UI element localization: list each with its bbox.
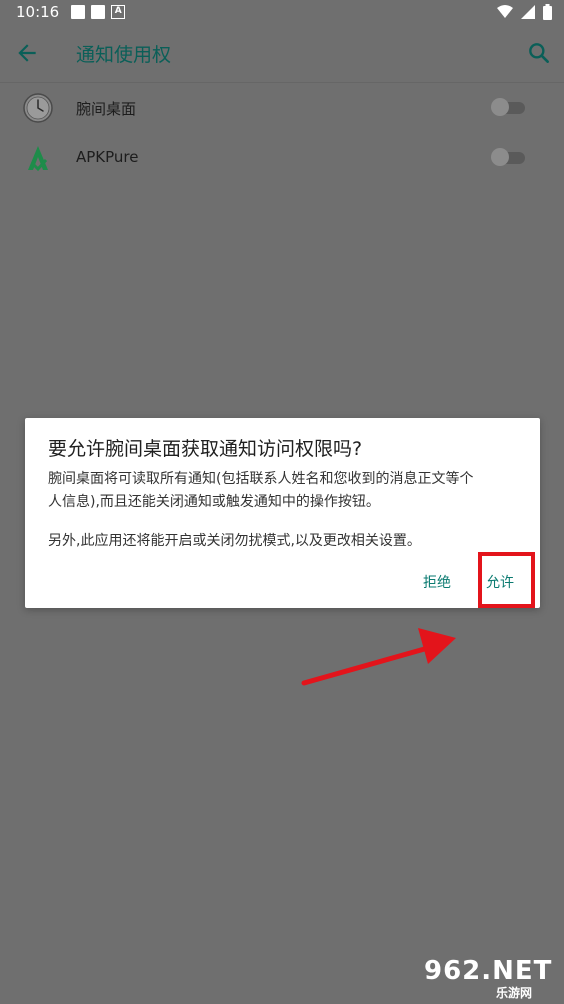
screen: 10:16 A 通知使用权 腕间桌面 APKPure 要允许腕间桌面获取通知访问… — [0, 0, 564, 1004]
deny-button[interactable]: 拒绝 — [423, 572, 451, 592]
status-bar: 10:16 A — [0, 0, 564, 24]
back-arrow-icon[interactable] — [14, 40, 40, 66]
watermark: 962.NET 乐游网 — [424, 956, 558, 1000]
dialog-body-extra: 另外,此应用还将能开启或关闭勿扰模式,以及更改相关设置。 — [48, 533, 421, 549]
signal-icon — [521, 5, 535, 19]
list-item-app[interactable]: APKPure — [0, 134, 564, 184]
apkpure-logo-icon — [28, 146, 48, 172]
dialog-body-line: 人信息),而且还能关闭通知或触发通知中的操作按钮。 — [48, 494, 380, 510]
dialog-body: 腕间桌面将可读取所有通知(包括联系人姓名和您收到的消息正文等个 人信息),而且还… — [48, 468, 520, 514]
status-time: 10:16 — [16, 3, 60, 21]
permission-toggle[interactable] — [491, 148, 525, 166]
dialog-body-line: 腕间桌面将可读取所有通知(包括联系人姓名和您收到的消息正文等个 — [48, 471, 474, 487]
toggle-thumb — [491, 148, 509, 166]
notification-square-icon — [71, 5, 86, 19]
watermark-logo: 962.NET — [424, 956, 553, 986]
watch-icon — [23, 93, 53, 123]
notification-a-icon: A — [111, 5, 126, 19]
battery-icon — [543, 4, 552, 20]
highlight-box — [478, 552, 535, 608]
app-name: 腕间桌面 — [76, 100, 137, 118]
dialog-title: 要允许腕间桌面获取通知访问权限吗? — [48, 438, 363, 460]
watermark-sub: 乐游网 — [496, 986, 533, 1000]
toggle-thumb — [491, 98, 509, 116]
app-bar: 通知使用权 — [0, 24, 564, 83]
permission-dialog: 要允许腕间桌面获取通知访问权限吗? 腕间桌面将可读取所有通知(包括联系人姓名和您… — [25, 418, 540, 608]
notification-square-icon — [91, 5, 106, 19]
status-right — [497, 4, 552, 20]
permission-toggle[interactable] — [491, 98, 525, 116]
search-icon[interactable] — [526, 40, 552, 66]
list-item-app[interactable]: 腕间桌面 — [0, 84, 564, 134]
app-name: APKPure — [76, 148, 139, 166]
page-title: 通知使用权 — [76, 44, 172, 66]
wifi-icon — [497, 5, 513, 18]
